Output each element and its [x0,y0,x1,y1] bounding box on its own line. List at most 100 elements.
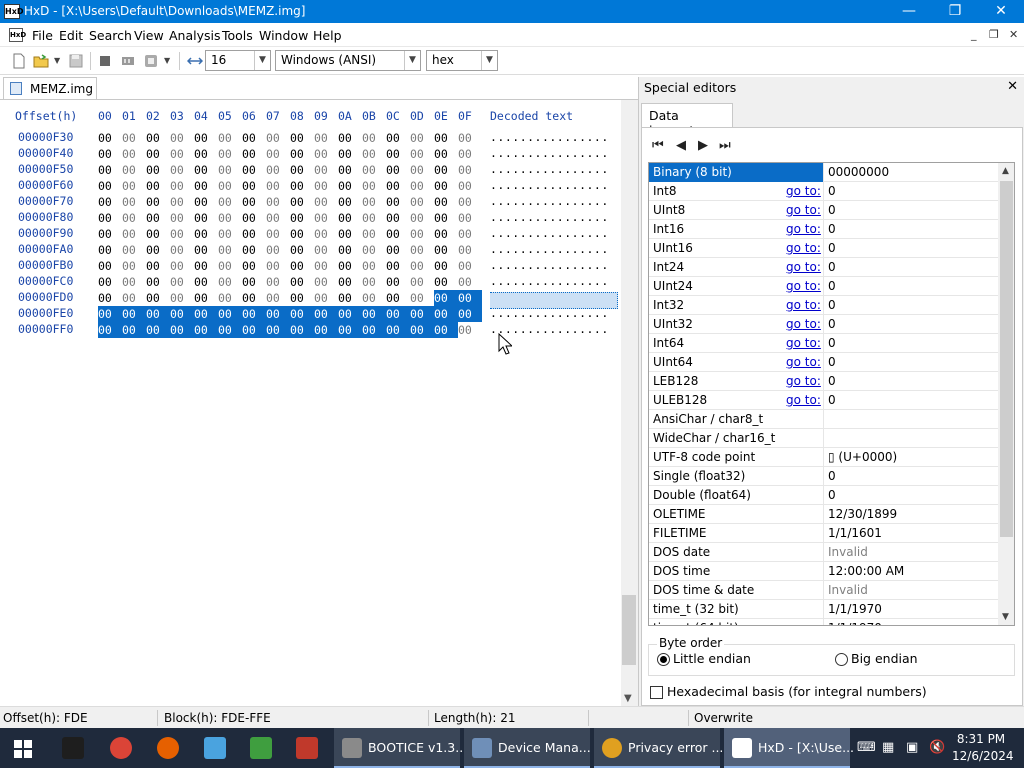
inspector-value[interactable]: ▯ (U+0000) [823,448,998,467]
hex-byte[interactable]: 00 [218,274,242,290]
hex-byte[interactable]: 00 [458,242,482,258]
inspector-value[interactable] [823,429,998,448]
hex-byte[interactable]: 00 [458,194,482,210]
inspector-value[interactable]: 12:00:00 AM [823,562,998,581]
hex-byte[interactable]: 00 [170,226,194,242]
hex-row[interactable]: 00000F80 00 00 00 00 00 00 00 00 00 00 00 00 00 00 00 00… [0,210,621,226]
hex-byte[interactable]: 00 [410,306,434,322]
inspector-value[interactable]: 0 [823,486,998,505]
hex-byte[interactable]: 00 [410,210,434,226]
hex-byte[interactable]: 00 [434,274,458,290]
hex-byte[interactable]: 00 [290,290,314,306]
inspector-value[interactable]: 1/1/1970 [823,619,998,625]
hex-row[interactable]: 00000F30 00 00 00 00 00 00 00 00 00 00 00 00 00 00 00 00… [0,130,621,146]
grid-scrollbar-thumb[interactable] [1000,181,1013,537]
hex-byte[interactable]: 00 [146,290,170,306]
hex-byte[interactable]: 00 [242,242,266,258]
hex-byte[interactable]: 00 [218,146,242,162]
hex-byte[interactable]: 00 [410,290,434,306]
hex-byte[interactable]: 00 [290,162,314,178]
hex-byte[interactable]: 00 [458,306,482,322]
document-restore-button[interactable]: ❐ [989,28,999,41]
hex-byte[interactable]: 00 [434,194,458,210]
hex-row[interactable]: 00000F50 00 00 00 00 00 00 00 00 00 00 00 00 00 00 00 00… [0,162,621,178]
hex-byte[interactable]: 00 [122,130,146,146]
hex-byte[interactable]: 00 [170,162,194,178]
hex-byte[interactable]: 00 [338,130,362,146]
goto-link[interactable]: go to: [786,317,821,331]
task-hxd[interactable]: HxD - [X:\Use... [724,728,854,768]
previous-icon[interactable]: ◀ [676,138,686,153]
hex-byte[interactable]: 00 [218,178,242,194]
hex-byte[interactable]: 00 [386,210,410,226]
menu-window[interactable]: Window [259,28,308,43]
decoded-text[interactable]: ................ [490,226,609,240]
hex-byte[interactable]: 00 [146,162,170,178]
hex-byte[interactable]: 00 [410,322,434,338]
hex-byte[interactable]: 00 [290,242,314,258]
hex-byte[interactable]: 00 [314,242,338,258]
hex-byte[interactable]: 00 [434,210,458,226]
hex-byte[interactable]: 00 [266,290,290,306]
hex-byte[interactable]: 00 [386,306,410,322]
open-dropdown-arrow-icon[interactable]: ▼ [54,56,60,65]
hex-byte[interactable]: 00 [98,146,122,162]
hex-byte[interactable]: 00 [170,130,194,146]
scroll-up-icon[interactable]: ▲ [1002,166,1009,176]
document-system-icon[interactable]: HxD [9,28,26,42]
paint-icon[interactable] [296,737,318,759]
hex-byte[interactable]: 00 [290,178,314,194]
inspector-row[interactable]: Int32 go to: 0 [649,296,998,315]
goto-link[interactable]: go to: [786,374,821,388]
last-icon[interactable]: ⏭ [719,138,731,153]
hex-byte[interactable]: 00 [338,290,362,306]
hex-byte[interactable]: 00 [314,322,338,338]
hex-byte[interactable]: 00 [122,178,146,194]
hex-byte[interactable]: 00 [170,210,194,226]
hex-byte[interactable]: 00 [122,194,146,210]
hex-byte[interactable]: 00 [434,178,458,194]
hex-byte[interactable]: 00 [194,322,218,338]
hex-byte[interactable]: 00 [386,226,410,242]
hex-byte[interactable]: 00 [194,226,218,242]
hex-vertical-scrollbar[interactable]: ▼ [621,100,638,706]
inspector-row[interactable]: Double (float64) 0 [649,486,998,505]
hex-byte[interactable]: 00 [386,258,410,274]
windows-start-icon[interactable] [14,740,32,758]
hex-byte[interactable]: 00 [434,130,458,146]
hex-byte[interactable]: 00 [362,162,386,178]
hex-byte[interactable]: 00 [98,130,122,146]
menu-edit[interactable]: Edit [59,28,83,43]
hex-byte[interactable]: 00 [290,210,314,226]
menu-file[interactable]: File [32,28,53,43]
goto-link[interactable]: go to: [786,355,821,369]
inspector-value[interactable]: 0 [823,353,998,372]
inspector-value[interactable]: 0 [823,467,998,486]
inspector-value[interactable]: 1/1/1970 [823,600,998,619]
maximize-button[interactable]: ❐ [932,0,978,23]
hex-byte[interactable]: 00 [98,306,122,322]
inspector-value[interactable] [823,410,998,429]
hex-byte[interactable]: 00 [410,194,434,210]
hex-byte[interactable]: 00 [266,130,290,146]
inspector-row[interactable]: Single (float32) 0 [649,467,998,486]
hex-byte[interactable]: 00 [242,146,266,162]
decoded-text[interactable]: ................ [490,210,609,224]
hex-byte[interactable]: 00 [266,258,290,274]
inspector-row[interactable]: AnsiChar / char8_t [649,410,998,429]
decoded-text[interactable]: ................ [490,162,609,176]
goto-link[interactable]: go to: [786,222,821,236]
inspector-value[interactable]: 0 [823,296,998,315]
hex-byte[interactable]: 00 [122,242,146,258]
inspector-row[interactable]: Int8 go to: 0 [649,182,998,201]
hex-byte[interactable]: 00 [98,194,122,210]
hex-byte[interactable]: 00 [314,258,338,274]
hex-byte[interactable]: 00 [290,274,314,290]
document-close-button[interactable]: ✕ [1009,28,1018,41]
network-icon[interactable]: ⌨ [857,740,876,755]
hex-byte[interactable]: 00 [386,274,410,290]
hex-byte[interactable]: 00 [434,226,458,242]
hex-byte[interactable]: 00 [98,242,122,258]
hex-byte[interactable]: 00 [410,130,434,146]
menu-search[interactable]: Search [89,28,132,43]
